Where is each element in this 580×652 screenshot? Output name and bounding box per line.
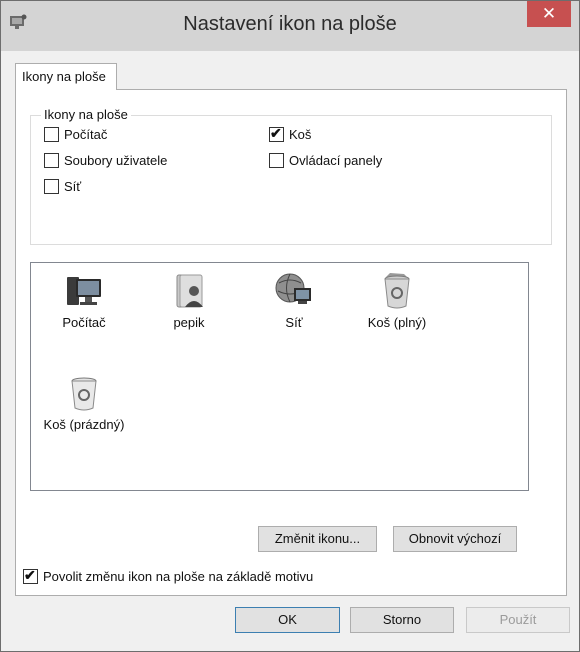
checkmark-icon: ✔ — [24, 567, 36, 583]
network-icon — [275, 273, 311, 304]
checkbox-box[interactable] — [44, 153, 59, 168]
checkbox-box[interactable] — [44, 179, 59, 194]
icon-item-user-folder[interactable]: pepik — [141, 271, 237, 330]
tab-panel: Ikony na ploše Počítač ✔ Koš Soubory uži… — [15, 89, 567, 596]
dialog-window: Nastavení ikon na ploše ✕ Ikony na ploše… — [0, 0, 580, 652]
icon-label: Síť — [285, 315, 303, 330]
checkbox-label: Soubory uživatele — [64, 153, 168, 168]
change-icon-button[interactable]: Změnit ikonu... — [258, 526, 377, 552]
checkbox-label: Ovládací panely — [289, 153, 383, 168]
groupbox-legend: Ikony na ploše — [41, 107, 131, 122]
recycle-bin-empty-icon — [71, 377, 97, 411]
checkbox-user-files[interactable]: Soubory uživatele — [44, 153, 167, 168]
icon-item-computer[interactable]: Počítač — [36, 271, 132, 330]
icon-item-recycle-bin-full[interactable]: Koš (plný) — [349, 271, 445, 330]
restore-default-button[interactable]: Obnovit výchozí — [393, 526, 517, 552]
icon-label: Koš (prázdný) — [43, 417, 125, 432]
checkbox-recycle-bin[interactable]: ✔ Koš — [269, 125, 312, 142]
icon-list[interactable]: Počítač pepik Síť Koš (plný) Koš (prázdn… — [30, 262, 529, 491]
icon-label: Počítač — [62, 315, 106, 330]
tab-desktop-icons[interactable]: Ikony na ploše — [15, 63, 117, 90]
apply-button[interactable]: Použít — [466, 607, 570, 633]
icon-item-network[interactable]: Síť — [246, 271, 342, 330]
dialog-client-area: Ikony na ploše Ikony na ploše Počítač ✔ … — [8, 51, 572, 645]
cancel-button[interactable]: Storno — [350, 607, 454, 633]
checkbox-label: Počítač — [64, 127, 108, 142]
user-folder-icon — [176, 274, 203, 308]
title-bar[interactable]: Nastavení ikon na ploše ✕ — [1, 1, 579, 51]
recycle-bin-full-icon — [384, 273, 410, 309]
checkbox-label: Povolit změnu ikon na ploše na základě m… — [43, 569, 314, 584]
checkbox-label: Koš — [289, 127, 312, 142]
icon-label: pepik — [173, 315, 205, 330]
window-title: Nastavení ikon na ploše — [183, 13, 397, 35]
close-icon: ✕ — [541, 4, 557, 23]
computer-icon — [67, 277, 101, 305]
checkbox-box[interactable] — [269, 153, 284, 168]
icon-item-recycle-bin-empty[interactable]: Koš (prázdný) — [36, 373, 132, 432]
icon-label: Koš (plný) — [367, 315, 427, 330]
checkbox-label: Síť — [64, 179, 82, 194]
checkbox-network[interactable]: Síť — [44, 179, 81, 194]
desktop-icons-groupbox: Ikony na ploše Počítač ✔ Koš Soubory uži… — [30, 107, 552, 245]
ok-button[interactable]: OK — [235, 607, 340, 633]
close-button[interactable]: ✕ — [527, 1, 571, 27]
checkbox-box[interactable]: ✔ — [269, 125, 284, 142]
checkbox-computer[interactable]: Počítač — [44, 127, 107, 142]
checkbox-allow-themes[interactable]: ✔ Povolit změnu ikon na ploše na základě… — [23, 567, 314, 584]
checkbox-control-panel[interactable]: Ovládací panely — [269, 153, 382, 168]
checkbox-box[interactable]: ✔ — [23, 567, 38, 584]
checkbox-box[interactable] — [44, 127, 59, 142]
checkmark-icon: ✔ — [270, 125, 282, 141]
